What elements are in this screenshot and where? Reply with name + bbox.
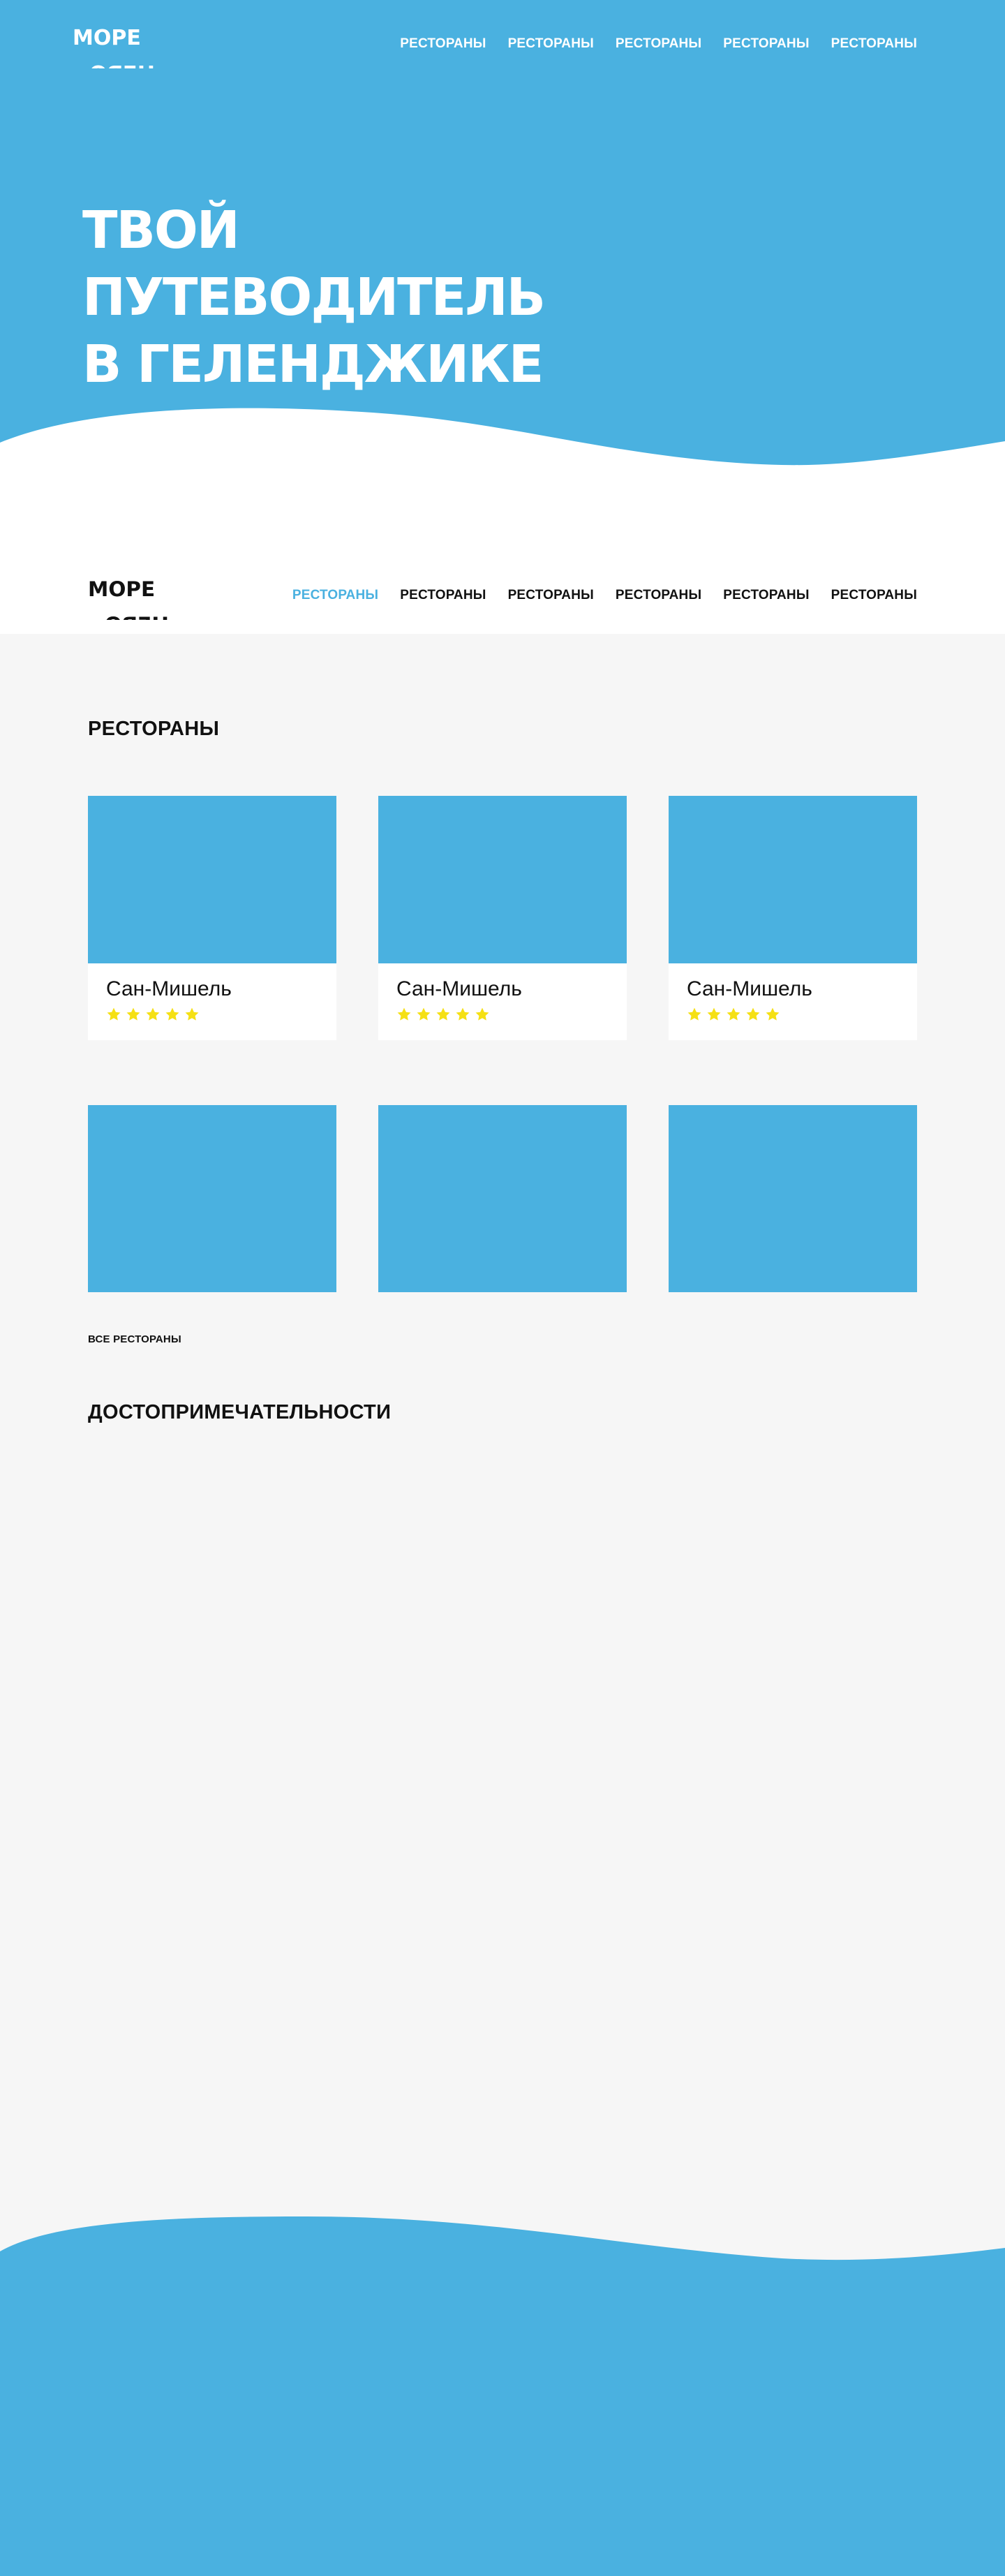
logo-top-text: МОРЕ — [73, 26, 141, 50]
star-icon — [417, 1007, 431, 1021]
star-icon — [126, 1007, 140, 1021]
restaurants-section-title: РЕСТОРАНЫ — [88, 718, 220, 740]
logo-bottom-text: НЕБО — [89, 60, 155, 68]
header-nav-item-1[interactable]: РЕСТОРАНЫ — [292, 588, 378, 603]
brand-logo[interactable]: МОРЕ НЕБО — [73, 25, 155, 68]
hero-title: ТВОЙ ПУТЕВОДИТЕЛЬ В ГЕЛЕНДЖИКЕ — [82, 197, 710, 398]
restaurant-card-image — [378, 796, 627, 963]
star-icon — [766, 1007, 780, 1021]
header-logo[interactable]: МОРЕ НЕБО — [88, 577, 169, 620]
header-nav-item-2[interactable]: РЕСТОРАНЫ — [400, 588, 486, 603]
restaurant-card-image — [88, 796, 336, 963]
restaurant-card[interactable]: Сан-Мишель — [88, 796, 336, 1040]
restaurant-card[interactable]: Сан-Мишель — [378, 796, 627, 1040]
star-icon — [436, 1007, 450, 1021]
restaurant-name: Сан-Мишель — [687, 977, 812, 1000]
hero-section: МОРЕ НЕБО РЕСТОРАНЫ РЕСТОРАНЫ РЕСТОРАНЫ … — [0, 0, 1005, 552]
restaurant-card-placeholder[interactable] — [669, 1105, 917, 1292]
star-icon — [475, 1007, 489, 1021]
sights-section-title: ДОСТОПРИМЕЧАТЕЛЬНОСТИ — [88, 1401, 392, 1423]
star-icon — [727, 1007, 740, 1021]
star-icon — [456, 1007, 470, 1021]
restaurant-card-body: Сан-Мишель — [88, 963, 336, 1040]
header-logo-top-text: МОРЕ — [88, 577, 155, 601]
header-nav: РЕСТОРАНЫ РЕСТОРАНЫ РЕСТОРАНЫ РЕСТОРАНЫ … — [292, 588, 917, 603]
star-icon — [397, 1007, 411, 1021]
hero-nav-item-3[interactable]: РЕСТОРАНЫ — [616, 36, 701, 52]
header-nav-item-3[interactable]: РЕСТОРАНЫ — [508, 588, 594, 603]
hero-nav-item-5[interactable]: РЕСТОРАНЫ — [831, 36, 917, 52]
star-icon — [707, 1007, 721, 1021]
hero-nav-item-4[interactable]: РЕСТОРАНЫ — [723, 36, 809, 52]
footer-wave-background — [0, 2216, 1005, 2576]
hero-title-line-2: В ГЕЛЕНДЖИКЕ — [82, 334, 544, 394]
hero-title-line-1: ТВОЙ ПУТЕВОДИТЕЛЬ — [82, 200, 546, 327]
restaurant-card-placeholder[interactable] — [378, 1105, 627, 1292]
restaurant-card-body: Сан-Мишель — [378, 963, 627, 1040]
star-icon — [146, 1007, 160, 1021]
star-icon — [687, 1007, 701, 1021]
star-icon — [107, 1007, 121, 1021]
header-nav-item-4[interactable]: РЕСТОРАНЫ — [616, 588, 701, 603]
hero-nav-item-1[interactable]: РЕСТОРАНЫ — [400, 36, 486, 52]
rating-stars — [106, 1007, 318, 1022]
header-nav-item-6[interactable]: РЕСТОРАНЫ — [831, 588, 917, 603]
hero-nav-item-2[interactable]: РЕСТОРАНЫ — [508, 36, 594, 52]
star-icon — [746, 1007, 760, 1021]
rating-stars — [396, 1007, 609, 1022]
all-restaurants-link[interactable]: ВСЕ РЕСТОРАНЫ — [88, 1333, 181, 1345]
site-header: МОРЕ НЕБО РЕСТОРАНЫ РЕСТОРАНЫ РЕСТОРАНЫ … — [0, 552, 1005, 634]
header-logo-bottom-text: НЕБО — [105, 612, 169, 620]
restaurant-name: Сан-Мишель — [106, 977, 232, 1000]
rating-stars — [687, 1007, 899, 1022]
hero-nav: РЕСТОРАНЫ РЕСТОРАНЫ РЕСТОРАНЫ РЕСТОРАНЫ … — [400, 36, 917, 52]
header-nav-item-5[interactable]: РЕСТОРАНЫ — [723, 588, 809, 603]
restaurant-card-placeholder[interactable] — [88, 1105, 336, 1292]
restaurant-card-body: Сан-Мишель — [669, 963, 917, 1040]
restaurant-card-image — [669, 796, 917, 963]
restaurant-card[interactable]: Сан-Мишель — [669, 796, 917, 1040]
star-icon — [185, 1007, 199, 1021]
restaurant-name: Сан-Мишель — [396, 977, 522, 1000]
star-icon — [165, 1007, 179, 1021]
